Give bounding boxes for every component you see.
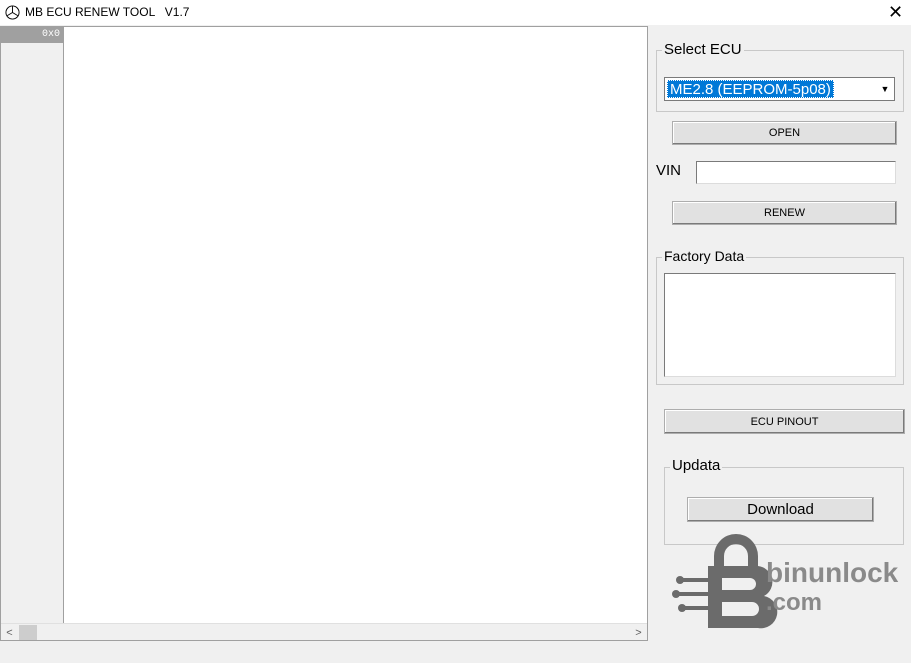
ecu-pinout-button[interactable]: ECU PINOUT — [664, 409, 905, 434]
select-ecu-label: Select ECU — [662, 41, 744, 58]
scroll-right-icon[interactable]: > — [630, 624, 647, 641]
scroll-left-icon[interactable]: < — [1, 624, 18, 641]
app-window: MB ECU RENEW TOOL V1.7 ✕ 0x0 < > Select … — [0, 0, 911, 663]
download-button[interactable]: Download — [687, 497, 874, 522]
mercedes-star-icon — [5, 5, 20, 20]
ecu-selected-value: ME2.8 (EEPROM-5p08) — [667, 80, 834, 98]
watermark-domain: .com — [766, 589, 822, 616]
chevron-down-icon[interactable]: ▼ — [877, 79, 893, 99]
close-button[interactable]: ✕ — [880, 0, 911, 25]
scrollbar-thumb[interactable] — [19, 625, 37, 640]
ecu-select[interactable]: ME2.8 (EEPROM-5p08) ▼ — [664, 77, 895, 101]
factory-data-field[interactable] — [664, 273, 896, 377]
status-bar — [0, 642, 911, 663]
horizontal-scrollbar[interactable]: < > — [1, 623, 647, 640]
window-title: MB ECU RENEW TOOL V1.7 — [25, 5, 190, 19]
vin-label: VIN — [656, 162, 682, 179]
binunlock-logo: binunlock .com — [672, 534, 899, 629]
close-icon: ✕ — [887, 2, 904, 22]
factory-data-label: Factory Data — [662, 248, 747, 264]
updata-label: Updata — [670, 457, 723, 474]
address-header: 0x0 — [1, 27, 63, 43]
open-button[interactable]: OPEN — [672, 121, 897, 145]
hex-view[interactable]: 0x0 < > — [0, 26, 648, 641]
watermark-brand: binunlock — [766, 557, 899, 588]
title-bar: MB ECU RENEW TOOL V1.7 ✕ — [0, 0, 911, 25]
address-column: 0x0 — [1, 27, 64, 624]
renew-button[interactable]: RENEW — [672, 201, 897, 225]
vin-field[interactable] — [696, 161, 896, 184]
